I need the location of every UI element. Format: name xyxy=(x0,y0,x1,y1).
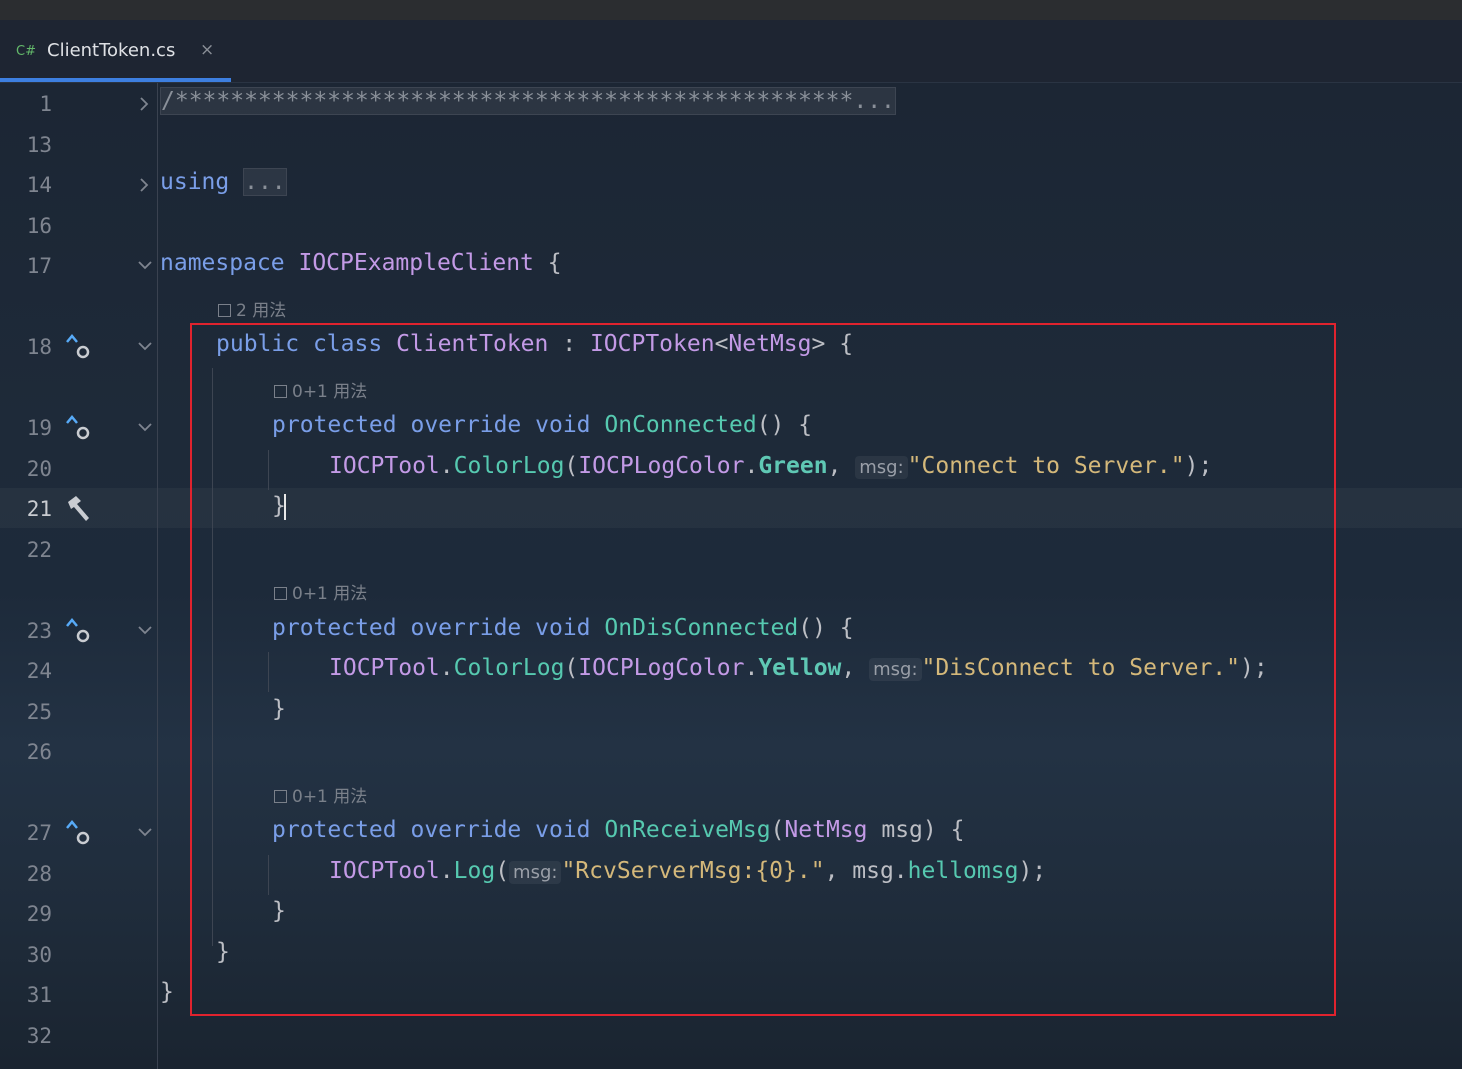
fold-collapse-icon[interactable] xyxy=(137,420,153,434)
line-number: 31 xyxy=(26,983,52,1007)
code-line-31[interactable]: } xyxy=(160,979,174,1005)
fold-collapse-icon[interactable] xyxy=(137,258,153,272)
overrides-icon[interactable] xyxy=(64,818,92,848)
line-number: 1 xyxy=(39,92,52,116)
usages-label: 2 用法 xyxy=(236,301,287,321)
folded-usings[interactable]: ... xyxy=(243,168,287,196)
line-number: 25 xyxy=(26,700,52,724)
csharp-file-icon: C# xyxy=(16,44,36,59)
overrides-icon[interactable] xyxy=(64,413,92,443)
line-number: 23 xyxy=(26,619,52,643)
line-number: 32 xyxy=(26,1024,52,1048)
editor-window: C# ClientToken.cs × 1 13 14 16 17 18 19 … xyxy=(0,0,1462,1069)
code-line-14[interactable]: using ... xyxy=(160,168,287,196)
tab-client-token[interactable]: C# ClientToken.cs × xyxy=(0,20,231,82)
code-line-17[interactable]: namespace IOCPExampleClient { xyxy=(160,250,562,276)
title-bar xyxy=(0,0,1462,20)
overrides-icon[interactable] xyxy=(64,616,92,646)
line-number: 30 xyxy=(26,943,52,967)
code-line-1[interactable]: /***************************************… xyxy=(160,87,896,115)
annotation-highlight-box xyxy=(190,323,1336,1016)
close-icon[interactable]: × xyxy=(200,40,214,60)
line-number: 24 xyxy=(26,659,52,683)
keyword: using xyxy=(160,169,230,195)
line-number: 18 xyxy=(26,335,52,359)
fold-collapse-icon[interactable] xyxy=(137,825,153,839)
punctuation: { xyxy=(533,250,562,276)
fold-collapse-icon[interactable] xyxy=(137,339,153,353)
line-number: 13 xyxy=(26,133,52,157)
hammer-icon[interactable] xyxy=(64,494,92,524)
line-number: 20 xyxy=(26,457,52,481)
keyword: namespace xyxy=(160,250,285,276)
line-number: 21 xyxy=(26,497,52,521)
line-number: 17 xyxy=(26,254,52,278)
line-number: 22 xyxy=(26,538,52,562)
line-number: 26 xyxy=(26,740,52,764)
punctuation: } xyxy=(160,979,174,1005)
active-tab-indicator xyxy=(0,78,231,82)
folded-comment[interactable]: /***************************************… xyxy=(160,87,896,115)
fold-expand-icon[interactable] xyxy=(137,95,151,113)
line-number: 28 xyxy=(26,862,52,886)
usages-hint[interactable]: 2 用法 xyxy=(218,296,286,321)
line-number: 27 xyxy=(26,821,52,845)
line-number: 14 xyxy=(26,173,52,197)
line-number: 29 xyxy=(26,902,52,926)
line-number: 19 xyxy=(26,416,52,440)
usages-icon xyxy=(218,304,231,317)
line-number: 16 xyxy=(26,214,52,238)
fold-collapse-icon[interactable] xyxy=(137,623,153,637)
fold-expand-icon[interactable] xyxy=(137,176,151,194)
namespace-name: IOCPExampleClient xyxy=(298,250,534,276)
gutter-divider xyxy=(157,83,158,1069)
implements-icon[interactable] xyxy=(64,332,92,362)
tab-label: ClientToken.cs xyxy=(47,40,176,61)
